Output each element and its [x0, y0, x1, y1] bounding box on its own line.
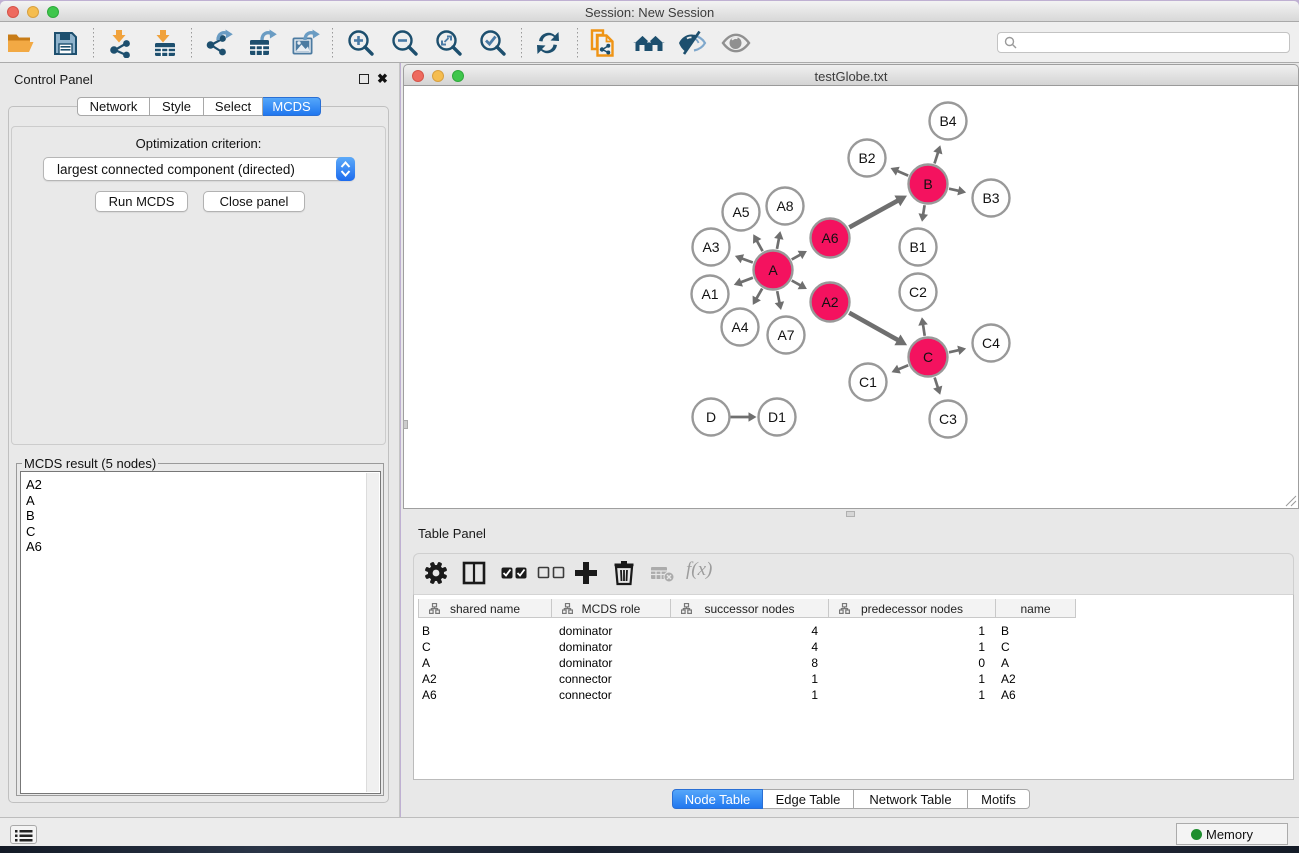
svg-text:C2: C2	[909, 284, 927, 300]
svg-text:B3: B3	[982, 190, 999, 206]
svg-text:B1: B1	[909, 239, 926, 255]
svg-text:A6: A6	[821, 230, 838, 246]
svg-text:B: B	[923, 176, 932, 192]
svg-text:D: D	[705, 409, 715, 425]
svg-text:B4: B4	[939, 113, 956, 129]
svg-text:B2: B2	[858, 150, 875, 166]
svg-text:A7: A7	[777, 327, 794, 343]
svg-text:A1: A1	[701, 286, 718, 302]
svg-text:C: C	[922, 349, 932, 365]
svg-text:D1: D1	[768, 409, 786, 425]
svg-text:C4: C4	[982, 335, 1000, 351]
svg-text:A8: A8	[776, 198, 793, 214]
svg-text:C1: C1	[859, 374, 877, 390]
svg-text:A4: A4	[731, 319, 748, 335]
svg-text:A5: A5	[732, 204, 749, 220]
svg-text:A: A	[768, 262, 778, 278]
svg-text:A3: A3	[702, 239, 719, 255]
svg-text:A2: A2	[821, 294, 838, 310]
svg-text:C3: C3	[939, 411, 957, 427]
